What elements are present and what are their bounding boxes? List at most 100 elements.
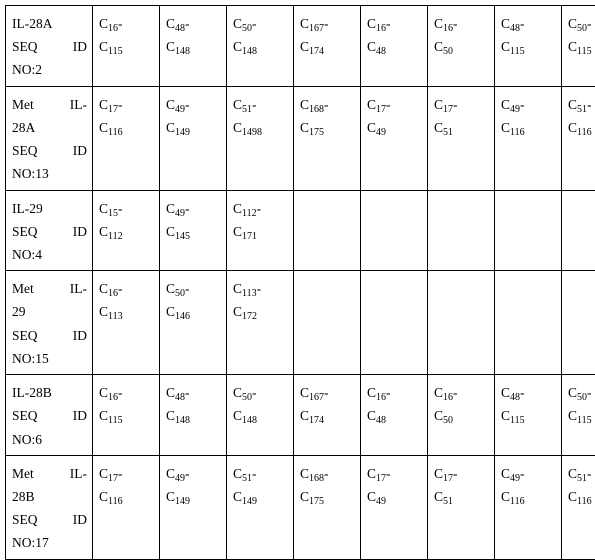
- bond-residue-from-number: 113: [242, 288, 257, 299]
- bond-residue-from: C112-: [233, 197, 288, 220]
- bond-residue-from: C16-: [99, 277, 154, 300]
- bond-separator: -: [587, 16, 592, 31]
- bond-separator: -: [118, 281, 123, 296]
- bond-residue-to-number: 115: [577, 415, 592, 426]
- row-label-cell: MetIL-28BSEQIDNO:17: [6, 455, 93, 559]
- row-label-line: SEQID: [12, 35, 87, 58]
- bond-separator: -: [252, 16, 257, 31]
- bond-residue-from: C49-: [166, 93, 221, 116]
- bond-residue-from-number: 51: [242, 473, 252, 484]
- bond-residue-from: C16-: [367, 12, 422, 35]
- row-label-line: NO:4: [12, 243, 87, 266]
- bond-residue-from-number: 112: [242, 207, 257, 218]
- bond-residue-to: C145: [166, 220, 221, 243]
- bond-residue-from-number: 48: [510, 23, 520, 34]
- empty-cell: [361, 190, 428, 271]
- bond-residue-to: C115: [501, 404, 556, 427]
- row-label-line: 28A: [12, 116, 87, 139]
- disulfide-bond: C16-C48: [367, 381, 422, 427]
- row-label-word: SEQ: [12, 508, 38, 531]
- disulfide-bond: C48-C115: [501, 381, 556, 427]
- table-row: IL-29SEQIDNO:4C15-C112C49-C145C112-C171: [6, 190, 595, 271]
- bond-residue-to: C175: [300, 116, 355, 139]
- bond-residue-to-number: 116: [108, 496, 123, 507]
- bond-residue-to: C116: [501, 485, 556, 508]
- row-label-line: IL-29: [12, 197, 87, 220]
- bond-residue-to: C49: [367, 485, 422, 508]
- bond-residue-from: C50-: [166, 277, 221, 300]
- bond-residue-from-number: 16: [443, 392, 453, 403]
- bond-residue-from-number: 16: [376, 23, 386, 34]
- disulfide-bond: C16-C115: [99, 381, 154, 427]
- bond-residue-from: C16-: [367, 381, 422, 404]
- bond-residue-from: C168-: [300, 93, 355, 116]
- bond-residue-to-number: 113: [108, 311, 123, 322]
- row-label-cell: IL-29SEQIDNO:4: [6, 190, 93, 271]
- bond-cell: C15-C112: [93, 190, 160, 271]
- bond-residue-to-number: 115: [108, 415, 123, 426]
- bond-residue-from: C17-: [367, 462, 422, 485]
- bond-residue-from-number: 17: [376, 473, 386, 484]
- row-label-word: SEQ: [12, 35, 38, 58]
- row-label-cell: MetIL-29SEQIDNO:15: [6, 271, 93, 375]
- bond-residue-from: C49-: [166, 462, 221, 485]
- bond-residue-from: C167-: [300, 381, 355, 404]
- disulfide-bond: C49-C149: [166, 93, 221, 139]
- empty-cell: [562, 271, 595, 375]
- bond-residue-from-number: 16: [376, 392, 386, 403]
- bond-cell: C17-C116: [93, 455, 160, 559]
- bond-separator: -: [386, 385, 391, 400]
- row-label-word: IL-: [70, 93, 87, 116]
- bond-residue-from-number: 17: [443, 103, 453, 114]
- empty-cell: [428, 271, 495, 375]
- row-label-line: NO:17: [12, 531, 87, 554]
- row-label-line: MetIL-: [12, 93, 87, 116]
- disulfide-bond: C17-C49: [367, 462, 422, 508]
- bond-residue-from-number: 17: [376, 103, 386, 114]
- bond-residue-to-number: 146: [175, 311, 190, 322]
- bond-separator: -: [185, 16, 190, 31]
- bond-cell: C51-C149: [227, 455, 294, 559]
- disulfide-bond: C168-C175: [300, 93, 355, 139]
- bond-residue-from: C16-: [434, 12, 489, 35]
- bond-residue-from-number: 16: [443, 23, 453, 34]
- bond-residue-to: C172: [233, 300, 288, 323]
- row-label-word: SEQ: [12, 220, 38, 243]
- bond-separator: -: [386, 97, 391, 112]
- bond-residue-from: C15-: [99, 197, 154, 220]
- bond-residue-from-number: 168: [309, 103, 324, 114]
- bond-cell: C50-C146: [160, 271, 227, 375]
- bond-residue-to: C174: [300, 404, 355, 427]
- disulfide-bond: C17-C49: [367, 93, 422, 139]
- bond-cell: C48-C148: [160, 375, 227, 456]
- table-row: MetIL-28ASEQIDNO:13C17-C116C49-C149C51-C…: [6, 86, 595, 190]
- bond-residue-to-number: 48: [376, 46, 386, 57]
- disulfide-bond: C167-C174: [300, 12, 355, 58]
- bond-residue-from: C50-: [568, 381, 595, 404]
- bond-residue-from: C49-: [501, 93, 556, 116]
- bond-residue-to-number: 115: [510, 415, 525, 426]
- bond-residue-from: C17-: [99, 462, 154, 485]
- bond-cell: C48-C148: [160, 6, 227, 87]
- bond-separator: -: [324, 16, 329, 31]
- row-label-line: IL-28B: [12, 381, 87, 404]
- bond-residue-to-number: 116: [577, 127, 592, 138]
- bond-residue-to: C174: [300, 35, 355, 58]
- row-label-cell: MetIL-28ASEQIDNO:13: [6, 86, 93, 190]
- bond-residue-to: C115: [568, 404, 595, 427]
- bond-residue-to: C149: [166, 485, 221, 508]
- bond-residue-from-number: 48: [175, 23, 185, 34]
- table-row: MetIL-28BSEQIDNO:17C17-C116C49-C149C51-C…: [6, 455, 595, 559]
- bond-residue-to-number: 116: [510, 496, 525, 507]
- bond-residue-from-number: 50: [577, 392, 587, 403]
- empty-cell: [495, 271, 562, 375]
- bond-cell: C113-C172: [227, 271, 294, 375]
- bond-residue-to: C48: [367, 35, 422, 58]
- bond-cell: C16-C48: [361, 6, 428, 87]
- bond-residue-to-number: 115: [510, 46, 525, 57]
- disulfide-bond: C16-C48: [367, 12, 422, 58]
- bond-separator: -: [520, 466, 525, 481]
- row-label-word: Met: [12, 277, 34, 300]
- bond-residue-from-number: 49: [175, 473, 185, 484]
- bond-residue-from: C49-: [501, 462, 556, 485]
